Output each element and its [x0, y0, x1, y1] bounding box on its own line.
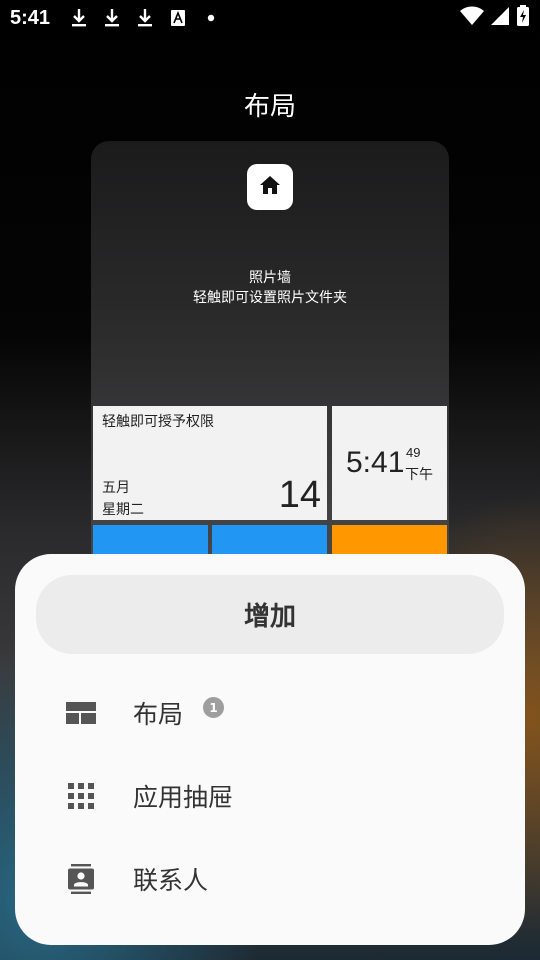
contacts-icon — [65, 863, 97, 895]
download-icon — [101, 7, 123, 29]
clock-widget-tile[interactable]: 5:41 49 下午 — [332, 406, 447, 520]
clock-time: 5:41 — [346, 446, 405, 479]
count-badge: 1 — [201, 695, 226, 720]
month-label: 五月 — [102, 480, 130, 496]
add-bottom-sheet: 增加 布局 1 应用抽屉 联系人 — [15, 554, 525, 945]
battery-charging-icon — [516, 5, 530, 31]
permission-hint: 轻触即可授予权限 — [102, 414, 214, 430]
menu-item-label: 布局 — [133, 700, 184, 729]
dot-icon — [200, 7, 222, 29]
font-a-icon — [167, 7, 189, 29]
date-widget-tile[interactable]: 轻触即可授予权限 五月 星期二 14 — [93, 406, 327, 520]
photo-wall-title: 照片墙 — [249, 270, 291, 286]
app-grid-icon — [65, 780, 97, 812]
page-title: 布局 — [243, 92, 296, 122]
menu-item-app-drawer[interactable]: 应用抽屉 — [15, 758, 525, 834]
status-time: 5:41 — [10, 6, 51, 29]
clock-seconds: 49 — [406, 445, 421, 460]
day-number: 14 — [278, 474, 321, 516]
weekday-label: 星期二 — [102, 502, 144, 518]
layout-preview-card[interactable]: 照片墙 轻触即可设置照片文件夹 轻触即可授予权限 五月 星期二 14 5:41 … — [91, 141, 449, 581]
menu-item-label: 应用抽屉 — [133, 783, 234, 812]
home-button[interactable] — [247, 164, 293, 210]
download-icon — [68, 7, 90, 29]
menu-item-contacts[interactable]: 联系人 — [15, 841, 525, 917]
status-bar: 5:41 — [0, 0, 540, 36]
status-right-icons — [460, 5, 530, 31]
download-icon — [134, 7, 156, 29]
layout-icon — [65, 697, 97, 729]
menu-item-layout[interactable]: 布局 — [15, 675, 525, 751]
add-button[interactable]: 增加 — [36, 575, 504, 654]
menu-item-label: 联系人 — [133, 866, 209, 895]
wifi-icon — [460, 6, 484, 30]
photo-wall-hint[interactable]: 轻触即可设置照片文件夹 — [91, 287, 449, 307]
signal-icon — [490, 6, 510, 30]
clock-ampm: 下午 — [405, 467, 433, 483]
home-icon — [259, 175, 281, 199]
